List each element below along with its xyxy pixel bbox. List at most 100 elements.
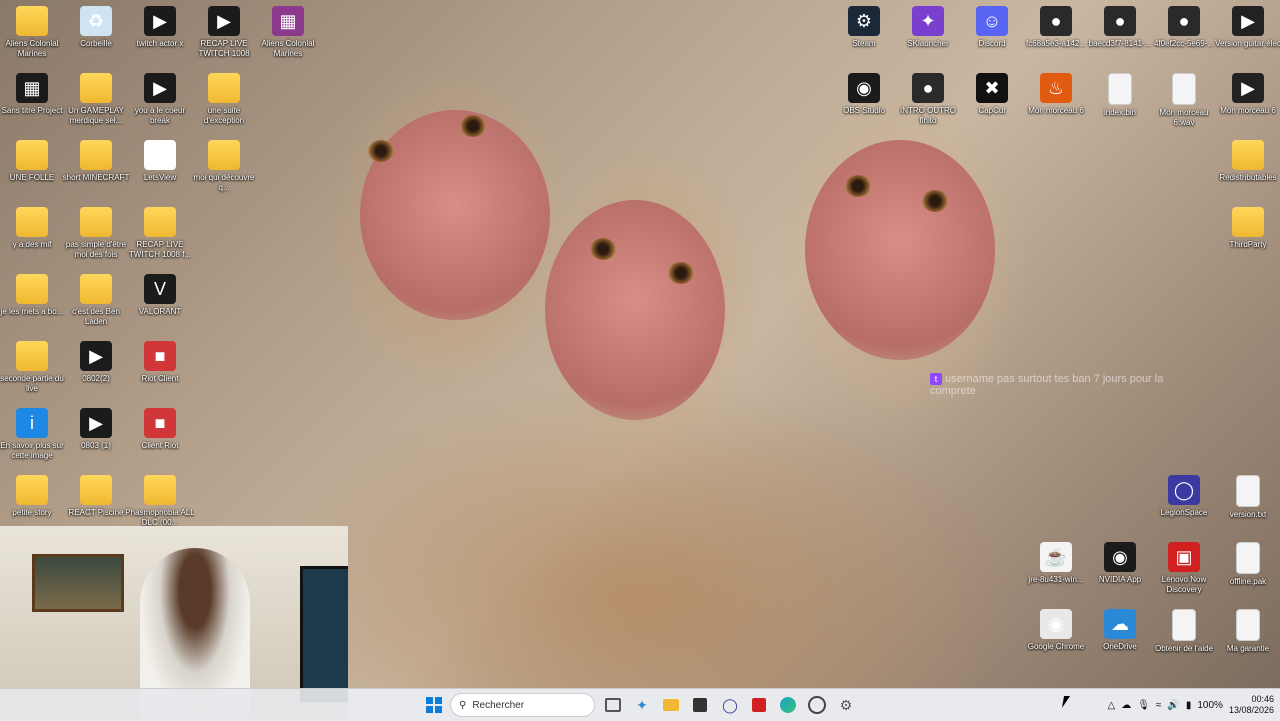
desktop-icon[interactable]: ▣ Lenovo Now Discovery	[1152, 542, 1216, 595]
desktop-icon[interactable]: V VALORANT	[128, 274, 192, 317]
desktop-icon[interactable]: version.txt	[1216, 475, 1280, 520]
onedrive-tray-icon[interactable]: ☁	[1121, 700, 1131, 711]
desktop-icon-label: Version guitar élec	[1215, 39, 1280, 48]
desktop-icon[interactable]: ☁ OneDrive	[1088, 609, 1152, 652]
desktop-icon[interactable]: ● baecd3f7-8141-...	[1088, 6, 1152, 49]
desktop-icon[interactable]: ■ Riot Client	[128, 341, 192, 384]
desktop-icon-label: VALORANT	[138, 307, 182, 316]
lenovo-taskbar-icon[interactable]	[747, 693, 771, 717]
desktop-icon[interactable]: Phasmophobia ALL DLC (00...	[125, 475, 195, 528]
desktop-icon[interactable]: ▦ Sans titre Project	[0, 73, 64, 116]
windows-start-icon[interactable]	[422, 693, 446, 717]
desktop-icon[interactable]: Ma garantie	[1216, 609, 1280, 654]
desktop-icon[interactable]: ThirdParty	[1216, 207, 1280, 250]
desktop-icon[interactable]: ◯ LegionSpace	[1152, 475, 1216, 518]
desktop-icon[interactable]: ♨ Mon morceau 6	[1024, 73, 1088, 116]
desktop-icon[interactable]: offline.pak	[1216, 542, 1280, 587]
file-icon	[1236, 609, 1260, 641]
microphone-icon[interactable]: 🎙	[1137, 700, 1150, 711]
desktop-icon[interactable]: ● INTRO OUTRO finito	[896, 73, 960, 126]
desktop-icon[interactable]: Un GAMEPLAY merdique sel...	[64, 73, 128, 126]
task-view-icon[interactable]	[601, 693, 625, 717]
tray-apps-icon[interactable]: △	[1108, 700, 1116, 711]
desktop-icon[interactable]: petite story	[0, 475, 64, 518]
monkey-eye	[845, 175, 871, 197]
desktop-icon[interactable]: index.bin	[1088, 73, 1152, 118]
desktop-icon[interactable]: ● fc68a5e3-a142...	[1024, 6, 1088, 49]
desktop-icon[interactable]: ▦ Aliens Colonial Marines	[256, 6, 320, 59]
desktop-icon[interactable]: Redistributables	[1216, 140, 1280, 183]
desktop-icon[interactable]: ◉ NVIDIA App	[1088, 542, 1152, 585]
desktop-icon-label: RECAP LIVE TWITCH 1008 f...	[128, 240, 192, 259]
desktop-icon[interactable]: ✦ SKlauncher	[896, 6, 960, 49]
desktop-icon[interactable]: ▶ twitch actor x	[128, 6, 192, 49]
desktop-icon[interactable]: ■ Client Riot	[128, 408, 192, 451]
search-box[interactable]: ⚲ Rechercher	[450, 693, 595, 717]
desktop-icon[interactable]: UNE FOLLE	[0, 140, 64, 183]
desktop-icon-label: LegionSpace	[1160, 508, 1208, 517]
edge-icon[interactable]	[776, 693, 800, 717]
desktop-icon-label: offline.pak	[1229, 577, 1267, 586]
desktop-icon[interactable]: moi qui découvre q...	[192, 140, 256, 193]
desktop-icon[interactable]: RECAP LIVE TWITCH 1008 f...	[128, 207, 192, 260]
chrome-icon: ◉	[1040, 609, 1072, 639]
file-icon	[1108, 73, 1132, 105]
desktop-icon[interactable]: ◉ Google Chrome	[1024, 609, 1088, 652]
desktop-icon[interactable]: une suite d'exception	[192, 73, 256, 126]
desktop-icon[interactable]: ▶ 0802(2)	[64, 341, 128, 384]
desktop-icon[interactable]: short MINECRAFT	[63, 140, 129, 183]
desktop-icon[interactable]: ♻ Corbeille	[64, 6, 128, 49]
desktop-icon[interactable]: pas simple d'être moi des fois	[64, 207, 128, 260]
desktop-icon-label: 0803 (1)	[81, 441, 111, 450]
desktop-icon[interactable]: y a des mif	[0, 207, 64, 250]
monkey-face-middle	[545, 200, 725, 420]
desktop-icon-label: REACT Piscine	[68, 508, 124, 517]
taskbar: ⚲ Rechercher ✦ ◯ ⚙ △ ☁ 🎙 ≈ 🔊 ▮ 100% 00:4…	[0, 688, 1280, 721]
desktop-icon[interactable]: c'est des Ben Laden	[64, 274, 128, 327]
microsoft-store-icon[interactable]	[688, 693, 712, 717]
clock[interactable]: 00:46 13/08/2026	[1229, 694, 1274, 716]
desktop-icon[interactable]: ▶ 0803 (1)	[64, 408, 128, 451]
copilot-icon[interactable]: ✦	[630, 693, 654, 717]
desktop-icon[interactable]: ▶ Mon morceau 6	[1216, 73, 1280, 116]
battery-icon[interactable]: ▮	[1186, 700, 1192, 711]
desktop-icon-label: moi qui découvre q...	[193, 173, 255, 192]
desktop-icon[interactable]: ▶ RECAP LIVE TWITCH 1008	[192, 6, 256, 59]
desktop-icon-label: Redistributables	[1219, 173, 1277, 182]
desktop-icon[interactable]: ✖ CapCut	[960, 73, 1024, 116]
settings-gear-icon[interactable]: ⚙	[834, 693, 858, 717]
desktop-icon[interactable]: ◆ LetsView	[128, 140, 192, 183]
desktop-icon[interactable]: ⚙ Steam	[832, 6, 896, 49]
legion-taskbar-icon[interactable]: ◯	[718, 693, 742, 717]
volume-icon[interactable]: 🔊	[1167, 700, 1179, 711]
desktop-icon-label: Google Chrome	[1027, 642, 1085, 651]
desktop-icon[interactable]: ◉ OBS Studio	[832, 73, 896, 116]
desktop-icon[interactable]: Mon morceau 6.wav	[1152, 73, 1216, 128]
desktop-icon-label: Mon morceau 6	[1028, 106, 1084, 115]
desktop-icon[interactable]: REACT Piscine	[64, 475, 128, 518]
desktop-icon[interactable]: ☕ jre-8u431-win...	[1024, 542, 1088, 585]
desktop-icon[interactable]: ▶ Version guitar élec	[1215, 6, 1280, 49]
desktop-icon[interactable]: Aliens Colonial Marines	[0, 6, 64, 59]
desktop-icon[interactable]: ▶ you à le coeur break	[128, 73, 192, 126]
flstudio-icon: ♨	[1040, 73, 1072, 103]
desktop-icon-label: RECAP LIVE TWITCH 1008	[198, 39, 250, 58]
desktop-icon[interactable]: i En savoir plus sur cette image	[0, 408, 64, 461]
desktop-icon[interactable]: ☺ Discord	[960, 6, 1024, 49]
capcut-icon: ✖	[976, 73, 1008, 103]
sklauncher-icon: ✦	[912, 6, 944, 36]
wifi-icon[interactable]: ≈	[1156, 700, 1162, 711]
desktop-icon-label: Corbeille	[80, 39, 112, 48]
recording-icon[interactable]	[805, 693, 829, 717]
file-explorer-icon[interactable]	[659, 693, 683, 717]
desktop-icon[interactable]: Obtenir de l'aide	[1152, 609, 1216, 654]
desktop-icon[interactable]: je les mets a bo...	[0, 274, 64, 317]
monkey-eye	[668, 262, 694, 284]
desktop-icon[interactable]: ● 4f0ef2cc-5e69-...	[1152, 6, 1216, 49]
monkey-eye	[922, 190, 948, 212]
folder-icon	[16, 207, 48, 237]
folder-icon	[208, 140, 240, 170]
folder-icon	[16, 274, 48, 304]
desktop-icon-label: c'est des Ben Laden	[72, 307, 120, 326]
desktop-icon[interactable]: seconde partie du live	[0, 341, 64, 394]
